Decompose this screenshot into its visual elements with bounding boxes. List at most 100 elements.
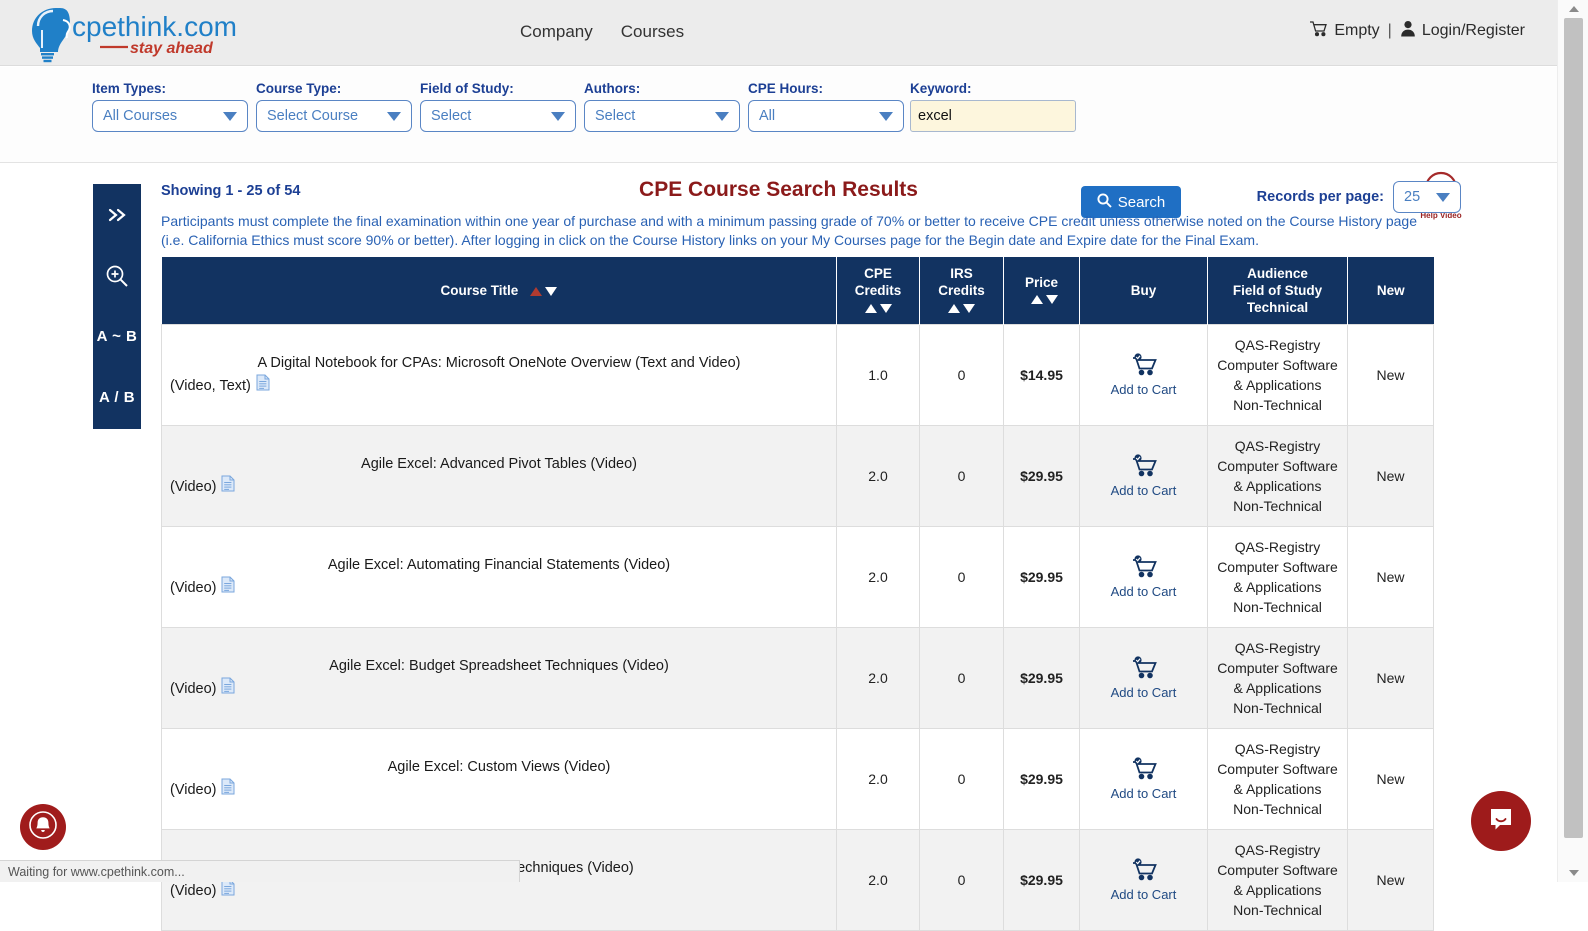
cell-new: New (1348, 325, 1434, 426)
cell-course-title[interactable]: Agile Excel: Advanced Pivot Tables (Vide… (162, 426, 837, 527)
table-row[interactable]: Agile Excel: Budget Spreadsheet Techniqu… (162, 628, 1434, 729)
sort-desc-icon[interactable] (963, 304, 975, 313)
browser-scrollbar[interactable] (1557, 0, 1588, 882)
scroll-down-arrow-icon[interactable] (1569, 870, 1579, 876)
cell-course-title[interactable]: Agile Excel: Budget Spreadsheet Techniqu… (162, 628, 837, 729)
add-to-cart-button[interactable]: Add to Cart (1088, 656, 1199, 700)
cell-irs-credits: 0 (920, 628, 1004, 729)
user-icon[interactable] (1400, 20, 1416, 42)
sort-asc-icon[interactable] (1031, 295, 1043, 304)
cell-audience: QAS-RegistryComputer Software & Applicat… (1208, 628, 1348, 729)
notification-button[interactable] (20, 804, 66, 850)
course-formats-text: (Video, Text) (170, 375, 251, 397)
cell-course-title[interactable]: Agile Excel: Custom Views (Video)(Video) (162, 729, 837, 830)
document-icon[interactable] (221, 778, 235, 802)
column-header-audience: Audience Field of Study Technical (1208, 257, 1348, 325)
item-types-select[interactable]: All Courses (92, 100, 248, 132)
table-row[interactable]: Agile Excel: Advanced Pivot Tables (Vide… (162, 426, 1434, 527)
course-title-text[interactable]: Agile Excel: Custom Views (Video) (170, 756, 828, 778)
authors-select[interactable]: Select (584, 100, 740, 132)
chat-bubble-icon (1486, 804, 1516, 839)
scroll-up-arrow-icon[interactable] (1569, 6, 1579, 12)
toolbar-zoom-in-button[interactable] (93, 245, 141, 306)
document-icon[interactable] (221, 475, 235, 499)
search-input[interactable] (910, 100, 1076, 132)
toolbar-invert-button[interactable]: A / B (93, 367, 141, 428)
add-to-cart-label: Add to Cart (1111, 887, 1177, 902)
course-formats-text: (Video) (170, 678, 216, 700)
add-to-cart-label: Add to Cart (1111, 483, 1177, 498)
add-to-cart-icon (1129, 353, 1159, 380)
course-title-text[interactable]: A Digital Notebook for CPAs: Microsoft O… (170, 352, 828, 374)
nav-item-courses[interactable]: Courses (621, 22, 684, 42)
chat-widget-button[interactable] (1471, 791, 1531, 851)
document-icon[interactable] (256, 374, 270, 398)
cart-status-label[interactable]: Empty (1334, 22, 1379, 40)
cell-buy[interactable]: Add to Cart (1080, 325, 1208, 426)
course-formats-text: (Video) (170, 476, 216, 498)
sort-desc-icon[interactable] (880, 304, 892, 313)
column-header-course-title[interactable]: Course Title (162, 257, 837, 325)
cell-course-title[interactable]: A Digital Notebook for CPAs: Microsoft O… (162, 325, 837, 426)
nav-item-company[interactable]: Company (520, 22, 593, 42)
course-formats-text: (Video) (170, 577, 216, 599)
technical-text: Non-Technical (1216, 395, 1339, 415)
cpe-hours-select[interactable]: All (748, 100, 904, 132)
records-per-page-select[interactable]: 25 (1393, 181, 1461, 213)
field-of-study-select[interactable]: Select (420, 100, 576, 132)
column-header-price-label: Price (1025, 275, 1058, 290)
course-title-text[interactable]: Agile Excel: Budget Spreadsheet Techniqu… (170, 655, 828, 677)
sort-arrows-irs-credits[interactable] (948, 304, 975, 313)
column-header-cpe-credits[interactable]: CPE Credits (837, 257, 920, 325)
table-row[interactable]: Agile Excel: Custom Views (Video)(Video)… (162, 729, 1434, 830)
cell-buy[interactable]: Add to Cart (1080, 527, 1208, 628)
column-header-price[interactable]: Price (1004, 257, 1080, 325)
sort-asc-icon[interactable] (948, 304, 960, 313)
sort-desc-icon[interactable] (545, 287, 557, 296)
filter-field-of-study-label: Field of Study: (420, 81, 576, 96)
sort-desc-icon[interactable] (1046, 295, 1058, 304)
cell-new: New (1348, 628, 1434, 729)
add-to-cart-label: Add to Cart (1111, 786, 1177, 801)
document-icon[interactable] (221, 879, 235, 903)
column-header-new: New (1348, 257, 1434, 325)
scrollbar-thumb[interactable] (1564, 18, 1583, 838)
cell-buy[interactable]: Add to Cart (1080, 426, 1208, 527)
toolbar-contrast-button[interactable]: A ~ B (93, 306, 141, 367)
course-search-filters: Item Types: All Courses Course Type: Sel… (0, 67, 1557, 163)
sort-arrows-cpe-credits[interactable] (865, 304, 892, 313)
document-icon[interactable] (221, 677, 235, 701)
table-header-row: Course Title CPE Credits IRS Credits (162, 257, 1434, 325)
sort-asc-icon[interactable] (530, 287, 542, 296)
add-to-cart-button[interactable]: Add to Cart (1088, 555, 1199, 599)
audience-text: QAS-Registry (1216, 739, 1339, 759)
cell-course-title[interactable]: Agile Excel: Automating Financial Statem… (162, 527, 837, 628)
sort-arrows-course-title[interactable] (530, 287, 557, 296)
cell-buy[interactable]: Add to Cart (1080, 830, 1208, 931)
sort-asc-icon[interactable] (865, 304, 877, 313)
add-to-cart-icon (1129, 757, 1159, 784)
shopping-cart-icon[interactable] (1309, 20, 1328, 42)
field-of-study-text: Computer Software & Applications (1216, 355, 1339, 395)
filter-cpe-hours-label: CPE Hours: (748, 81, 904, 96)
course-type-select[interactable]: Select Course (256, 100, 412, 132)
technical-text: Non-Technical (1216, 698, 1339, 718)
add-to-cart-button[interactable]: Add to Cart (1088, 757, 1199, 801)
add-to-cart-button[interactable]: Add to Cart (1088, 353, 1199, 397)
cell-cpe-credits: 2.0 (837, 527, 920, 628)
table-row[interactable]: Agile Excel: Automating Financial Statem… (162, 527, 1434, 628)
site-logo[interactable]: cpethink.com stay ahead (22, 4, 272, 64)
cell-cpe-credits: 2.0 (837, 628, 920, 729)
cell-buy[interactable]: Add to Cart (1080, 628, 1208, 729)
course-title-text[interactable]: Agile Excel: Advanced Pivot Tables (Vide… (170, 453, 828, 475)
login-register-link[interactable]: Login/Register (1422, 22, 1525, 40)
sort-arrows-price[interactable] (1031, 295, 1058, 304)
table-row[interactable]: A Digital Notebook for CPAs: Microsoft O… (162, 325, 1434, 426)
add-to-cart-button[interactable]: Add to Cart (1088, 454, 1199, 498)
column-header-irs-credits[interactable]: IRS Credits (920, 257, 1004, 325)
add-to-cart-button[interactable]: Add to Cart (1088, 858, 1199, 902)
cell-buy[interactable]: Add to Cart (1080, 729, 1208, 830)
cell-irs-credits: 0 (920, 830, 1004, 931)
course-title-text[interactable]: Agile Excel: Automating Financial Statem… (170, 554, 828, 576)
document-icon[interactable] (221, 576, 235, 600)
